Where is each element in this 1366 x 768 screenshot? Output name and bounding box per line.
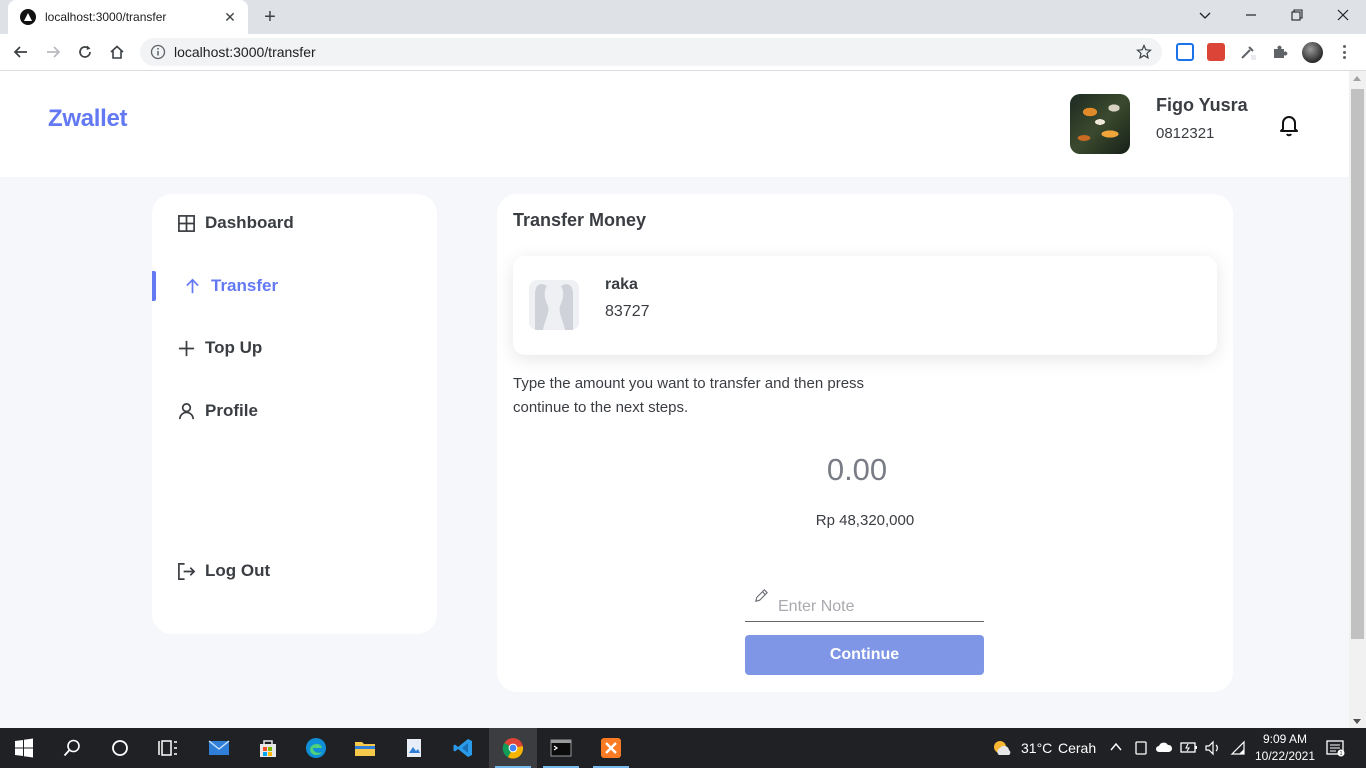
scroll-down-icon[interactable]: [1353, 719, 1361, 724]
user-name: Figo Yusra: [1156, 95, 1248, 115]
tab-search-icon[interactable]: [1182, 0, 1228, 30]
search-icon[interactable]: [48, 728, 96, 768]
amount-input[interactable]: 0.00: [497, 452, 1217, 488]
sidebar-item-topup[interactable]: Top Up: [152, 330, 437, 366]
vscode-icon[interactable]: [439, 728, 487, 768]
balance-available: Rp 48,320,000: [815, 512, 915, 529]
site-favicon-icon: [20, 9, 36, 25]
reload-icon[interactable]: [72, 40, 98, 64]
note-field[interactable]: [745, 584, 984, 622]
onedrive-icon[interactable]: [1155, 741, 1173, 753]
sidebar-item-label: Dashboard: [205, 213, 294, 232]
cortana-icon[interactable]: [96, 728, 144, 768]
pencil-icon: [755, 589, 768, 602]
xampp-icon[interactable]: [587, 728, 635, 768]
transfer-panel: Transfer Money raka 83727 Type the amoun…: [497, 194, 1233, 692]
edge-icon[interactable]: [292, 728, 340, 768]
app-header: Zwallet Figo Yusra 0812321: [0, 71, 1349, 177]
page-scrollbar[interactable]: [1349, 71, 1366, 728]
weather-text: Cerah: [1058, 740, 1097, 756]
extension-todoist-icon[interactable]: [1207, 43, 1225, 61]
url-text: localhost:3000/transfer: [174, 44, 316, 60]
clock-date: 10/22/2021: [1254, 749, 1316, 763]
logout-label: Log Out: [205, 561, 271, 580]
user-icon: [178, 402, 195, 419]
chevron-up-icon[interactable]: [1110, 742, 1122, 752]
home-icon[interactable]: [104, 40, 130, 64]
clock-time: 9:09 AM: [1262, 732, 1308, 746]
grid-icon: [178, 214, 195, 232]
battery-icon[interactable]: [1180, 740, 1198, 754]
address-bar[interactable]: localhost:3000/transfer: [140, 38, 1162, 66]
recipient-phone: 83727: [605, 303, 650, 320]
site-info-icon[interactable]: [150, 44, 166, 60]
recipient-avatar: [529, 280, 579, 330]
forward-icon[interactable]: [40, 40, 66, 64]
device-icon[interactable]: [1134, 740, 1148, 756]
weather-icon[interactable]: [991, 738, 1013, 758]
minimize-icon[interactable]: [1228, 0, 1274, 30]
terminal-icon[interactable]: [537, 728, 585, 768]
bookmark-star-icon[interactable]: [1136, 44, 1152, 60]
windows-taskbar: 31°C Cerah 9:09 AM 10/22/2021 1: [0, 728, 1366, 768]
tab-title: localhost:3000/transfer: [45, 10, 167, 24]
logout-button[interactable]: Log Out: [152, 553, 437, 589]
photos-icon[interactable]: [390, 728, 438, 768]
logout-icon: [178, 562, 196, 580]
sidebar: Dashboard Transfer Top Up Profile Log Ou…: [152, 194, 437, 634]
restore-icon[interactable]: [1274, 0, 1320, 30]
browser-menu-icon[interactable]: [1336, 43, 1352, 61]
weather-temp: 31°C: [1021, 740, 1053, 756]
mail-icon[interactable]: [195, 728, 243, 768]
extension-translate-icon[interactable]: [1176, 43, 1194, 61]
clock[interactable]: 9:09 AM 10/22/2021: [1247, 731, 1323, 765]
extension-eyedropper-icon[interactable]: [1239, 43, 1257, 61]
recipient-card[interactable]: raka 83727: [513, 256, 1217, 355]
scroll-up-icon[interactable]: [1353, 76, 1361, 81]
brand-logo[interactable]: Zwallet: [48, 105, 128, 133]
store-icon[interactable]: [244, 728, 292, 768]
chrome-icon[interactable]: [489, 728, 537, 768]
instructions-text: Type the amount you want to transfer and…: [513, 375, 865, 416]
bell-icon[interactable]: [1278, 113, 1300, 137]
sidebar-item-dashboard[interactable]: Dashboard: [152, 205, 437, 241]
sidebar-item-label: Transfer: [211, 276, 279, 295]
tab-close-icon[interactable]: ✕: [222, 9, 238, 25]
start-icon[interactable]: [0, 728, 48, 768]
chrome-profile-avatar[interactable]: [1302, 42, 1323, 63]
extensions-puzzle-icon[interactable]: [1271, 43, 1289, 61]
arrow-up-icon: [186, 278, 199, 293]
scrollbar-thumb[interactable]: [1351, 89, 1364, 639]
user-avatar[interactable]: [1070, 94, 1130, 154]
recipient-name: raka: [605, 276, 638, 293]
continue-button[interactable]: Continue: [745, 635, 984, 675]
page-viewport: Zwallet Figo Yusra 0812321 Dashboard Tra…: [0, 71, 1349, 728]
active-indicator: [152, 271, 156, 301]
browser-tab[interactable]: localhost:3000/transfer ✕: [8, 0, 248, 34]
browser-toolbar: localhost:3000/transfer: [0, 34, 1366, 71]
page-title: Transfer Money: [513, 210, 647, 230]
back-icon[interactable]: [8, 40, 34, 64]
sidebar-item-label: Top Up: [205, 338, 263, 357]
note-input[interactable]: [778, 597, 968, 616]
new-tab-icon[interactable]: +: [258, 6, 282, 28]
volume-icon[interactable]: [1204, 740, 1222, 756]
file-explorer-icon[interactable]: [341, 728, 389, 768]
plus-icon: [178, 340, 195, 356]
wifi-icon[interactable]: [1230, 740, 1246, 756]
user-phone: 0812321: [1156, 125, 1215, 142]
sidebar-item-transfer[interactable]: Transfer: [152, 268, 437, 304]
browser-tab-strip: localhost:3000/transfer ✕ +: [0, 0, 1366, 34]
sidebar-item-label: Profile: [205, 401, 258, 420]
close-window-icon[interactable]: [1320, 0, 1366, 30]
task-view-icon[interactable]: [144, 728, 192, 768]
notification-icon[interactable]: 1: [1325, 738, 1345, 758]
sidebar-item-profile[interactable]: Profile: [152, 393, 437, 429]
svg-text:1: 1: [1340, 751, 1343, 757]
